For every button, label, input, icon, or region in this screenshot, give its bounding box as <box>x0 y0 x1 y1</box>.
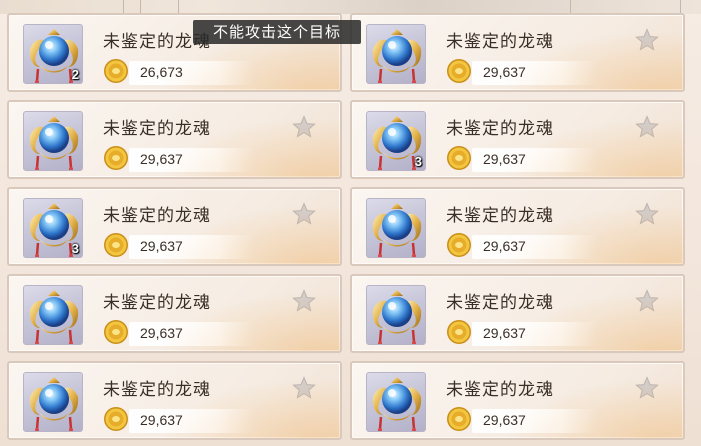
item-price: 29,637 <box>140 325 183 341</box>
item-name: 未鉴定的龙魂 <box>446 293 554 313</box>
dragon-soul-orb-icon <box>29 290 79 344</box>
item-price: 29,637 <box>483 64 526 80</box>
item-name: 未鉴定的龙魂 <box>103 119 211 139</box>
stack-count: 2 <box>71 67 79 82</box>
item-name: 未鉴定的龙魂 <box>103 293 211 313</box>
item-card[interactable]: 未鉴定的龙魂 29,637 <box>350 274 685 353</box>
gold-coin-icon <box>447 320 471 344</box>
item-name: 未鉴定的龙魂 <box>103 380 211 400</box>
item-name: 未鉴定的龙魂 <box>103 206 211 226</box>
item-name: 未鉴定的龙魂 <box>446 206 554 226</box>
gold-coin-icon <box>104 320 128 344</box>
star-icon[interactable] <box>635 28 659 52</box>
item-card[interactable]: 3 未鉴定的龙魂 29,637 <box>350 100 685 179</box>
stack-count: 3 <box>414 154 422 169</box>
item-icon-slot[interactable] <box>23 372 83 432</box>
dragon-soul-orb-icon <box>372 29 422 83</box>
item-card[interactable]: 未鉴定的龙魂 29,637 <box>7 361 342 440</box>
gold-coin-icon <box>104 146 128 170</box>
gold-coin-icon <box>104 233 128 257</box>
dragon-soul-orb-icon <box>29 116 79 170</box>
star-icon[interactable] <box>635 289 659 313</box>
item-price: 29,637 <box>483 325 526 341</box>
item-name: 未鉴定的龙魂 <box>446 32 554 52</box>
gold-coin-icon <box>104 59 128 83</box>
star-icon[interactable] <box>292 202 316 226</box>
item-card[interactable]: 未鉴定的龙魂 29,637 <box>350 13 685 92</box>
item-price: 26,673 <box>140 64 183 80</box>
dragon-soul-orb-icon <box>372 377 422 431</box>
dragon-soul-orb-icon <box>29 377 79 431</box>
dragon-soul-orb-icon <box>372 203 422 257</box>
item-card[interactable]: 未鉴定的龙魂 29,637 <box>350 361 685 440</box>
strip-divider <box>680 0 681 14</box>
strip-divider <box>140 0 141 14</box>
stack-count: 3 <box>71 241 79 256</box>
item-name: 未鉴定的龙魂 <box>446 380 554 400</box>
star-icon[interactable] <box>292 376 316 400</box>
tooltip-message: 不能攻击这个目标 <box>193 20 361 44</box>
gold-coin-icon <box>104 407 128 431</box>
star-icon[interactable] <box>635 376 659 400</box>
item-price: 29,637 <box>483 238 526 254</box>
item-price: 29,637 <box>483 151 526 167</box>
star-icon[interactable] <box>635 202 659 226</box>
background-window-strip <box>0 0 701 14</box>
item-card[interactable]: 未鉴定的龙魂 29,637 <box>7 100 342 179</box>
item-icon-slot[interactable] <box>366 372 426 432</box>
item-icon-slot[interactable] <box>366 285 426 345</box>
strip-divider <box>570 0 571 14</box>
item-price: 29,637 <box>140 151 183 167</box>
item-price: 29,637 <box>140 412 183 428</box>
item-card[interactable]: 未鉴定的龙魂 29,637 <box>350 187 685 266</box>
gold-coin-icon <box>447 407 471 431</box>
gold-coin-icon <box>447 233 471 257</box>
star-icon[interactable] <box>635 115 659 139</box>
item-name: 未鉴定的龙魂 <box>446 119 554 139</box>
item-price: 29,637 <box>483 412 526 428</box>
dragon-soul-orb-icon <box>372 290 422 344</box>
gold-coin-icon <box>447 59 471 83</box>
item-icon-slot[interactable]: 2 <box>23 24 83 84</box>
item-icon-slot[interactable]: 3 <box>23 198 83 258</box>
item-price: 29,637 <box>140 238 183 254</box>
gold-coin-icon <box>447 146 471 170</box>
item-card[interactable]: 3 未鉴定的龙魂 29,637 <box>7 187 342 266</box>
item-icon-slot[interactable] <box>366 24 426 84</box>
item-icon-slot[interactable]: 3 <box>366 111 426 171</box>
item-grid: 2 未鉴定的龙魂 26,673 未鉴定的龙魂 29,637 未鉴定的龙魂 29,… <box>7 13 685 440</box>
item-card[interactable]: 未鉴定的龙魂 29,637 <box>7 274 342 353</box>
strip-divider <box>178 0 179 14</box>
strip-divider <box>123 0 124 14</box>
item-icon-slot[interactable] <box>366 198 426 258</box>
item-icon-slot[interactable] <box>23 111 83 171</box>
star-icon[interactable] <box>292 115 316 139</box>
item-icon-slot[interactable] <box>23 285 83 345</box>
star-icon[interactable] <box>292 289 316 313</box>
